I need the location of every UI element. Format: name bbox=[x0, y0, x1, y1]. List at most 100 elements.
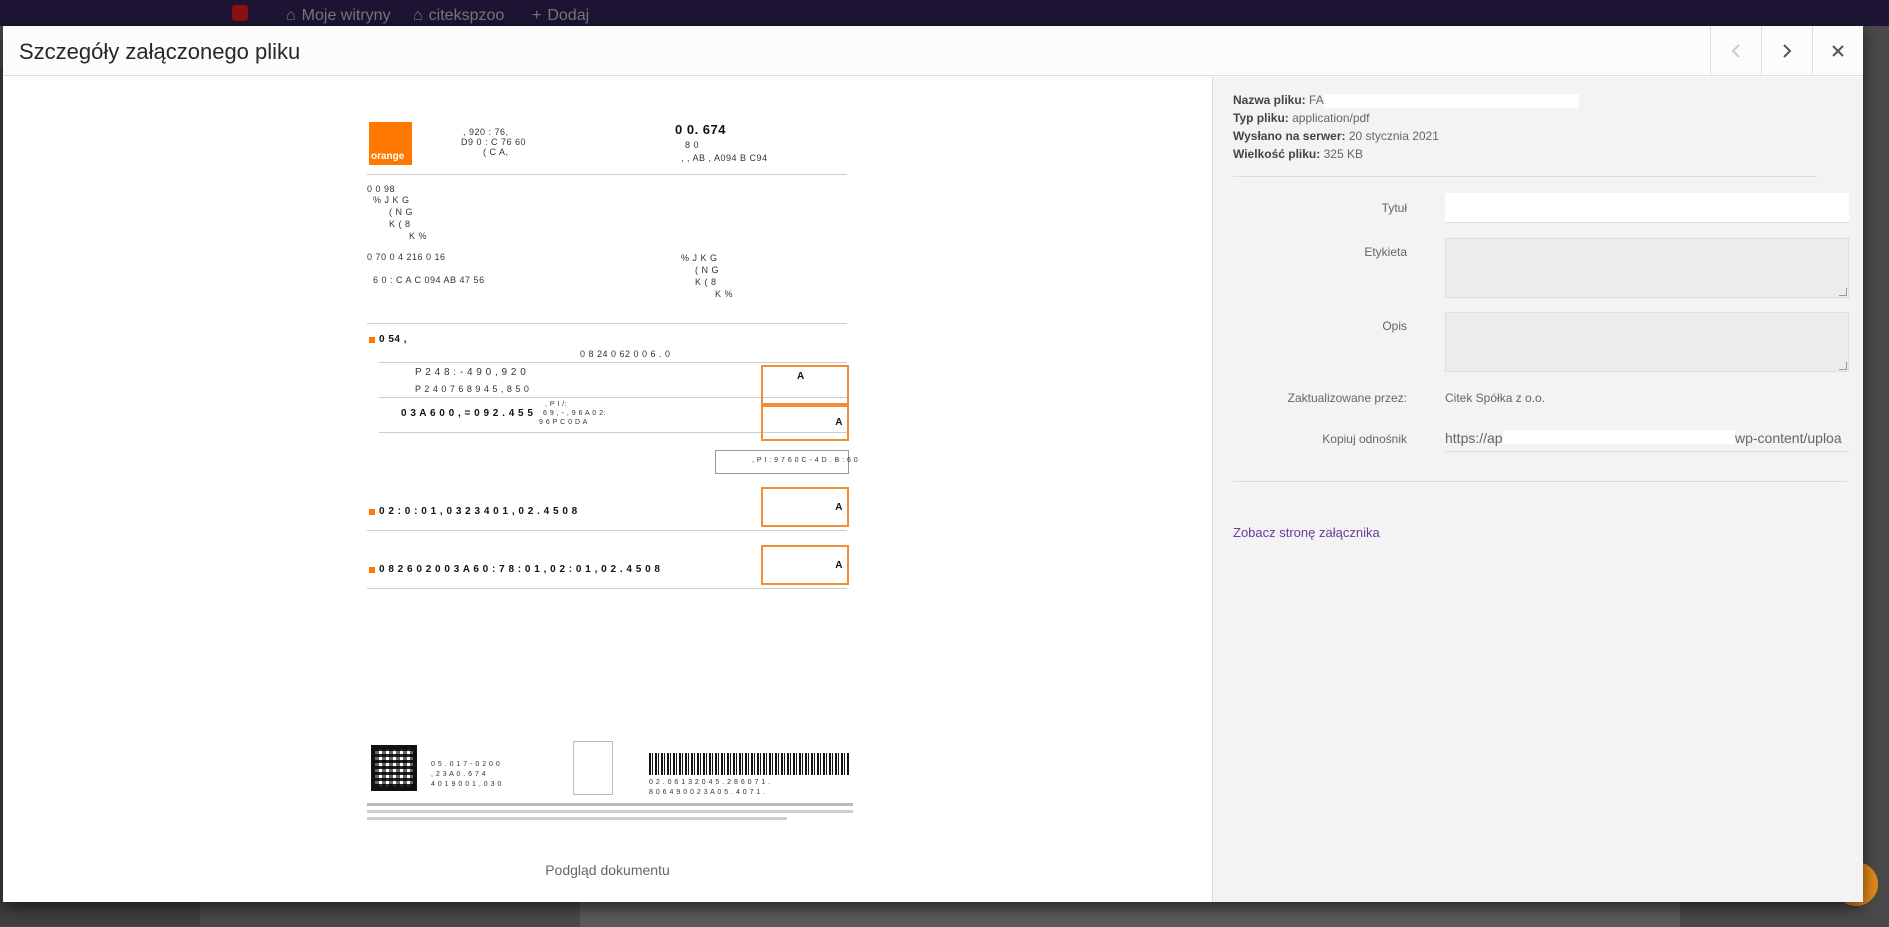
description-textarea[interactable] bbox=[1445, 312, 1849, 372]
doc-text: , 2 3 A 0 . 6 7 4 bbox=[431, 771, 487, 778]
preview-caption: Podgląd dokumentu bbox=[545, 862, 670, 878]
doc-text: % J K G bbox=[681, 253, 718, 263]
details-separator bbox=[1233, 176, 1817, 177]
uploaded-by-value: Citek Spółka z o.o. bbox=[1445, 391, 1546, 405]
doc-text: 0 0. 674 bbox=[675, 122, 726, 137]
doc-divider bbox=[367, 174, 847, 175]
redacted-filename bbox=[1323, 93, 1579, 108]
filetype-row: Typ pliku: application/pdf bbox=[1233, 111, 1370, 125]
title-label: Tytuł bbox=[1381, 201, 1407, 215]
caption-label: Etykieta bbox=[1364, 245, 1407, 259]
doc-divider bbox=[367, 323, 847, 324]
view-attachment-page-link[interactable]: Zobacz stronę załącznika bbox=[1233, 525, 1380, 540]
copy-link-input[interactable]: https://ap wp-content/uploa bbox=[1445, 424, 1849, 452]
doc-text: 0 0 98 bbox=[367, 184, 396, 194]
doc-text: 0 2 . 0 6 1 3 2 0 4 5 . 2 8 6 0 7 1 . bbox=[649, 779, 771, 786]
orange-logo: orange bbox=[369, 122, 412, 165]
doc-text: 0 2 : 0 : 0 1 , 0 3 2 3 4 0 1 , 0 2 . 4 … bbox=[379, 506, 578, 517]
doc-footer-text bbox=[367, 817, 787, 820]
doc-text: , P I : 9 7 6 0 C - 4 D . B : 6 0 bbox=[752, 457, 859, 464]
doc-text: % J K G bbox=[373, 195, 410, 205]
doc-text: , P I /: bbox=[545, 401, 568, 408]
attachment-details-modal: Szczegóły załączonego pliku orange , 920… bbox=[3, 26, 1863, 902]
admin-bar: ⌂ Moje witryny ⌂ citekspzoo + Dodaj bbox=[0, 0, 1889, 26]
caption-textarea[interactable] bbox=[1445, 238, 1849, 298]
previous-button[interactable] bbox=[1710, 26, 1760, 76]
copy-link-url-end: wp-content/uploa bbox=[1735, 430, 1842, 446]
site-logo-icon[interactable] bbox=[232, 5, 248, 21]
doc-text: 0 70 0 4 216 0 16 bbox=[367, 252, 446, 262]
next-button[interactable] bbox=[1761, 26, 1811, 76]
qr-code bbox=[371, 745, 417, 791]
doc-text: , 920 : 76, bbox=[463, 127, 509, 137]
modal-header: Szczegóły załączonego pliku bbox=[3, 26, 1863, 76]
title-input[interactable] bbox=[1445, 193, 1849, 223]
admin-bar-my-sites[interactable]: ⌂ Moje witryny bbox=[286, 7, 391, 25]
copy-link-label: Kopiuj odnośnik bbox=[1322, 432, 1407, 446]
doc-divider bbox=[367, 588, 847, 589]
uploaded-date-row: Wysłano na serwer: 20 stycznia 2021 bbox=[1233, 129, 1439, 143]
amount-box: A bbox=[761, 405, 849, 441]
doc-text: 8 0 6 4 9 0 0 2 3 A 0 5 . 4 0 7 1 . bbox=[649, 789, 766, 796]
home-icon: ⌂ bbox=[286, 7, 296, 24]
copy-link-url-start: https://ap bbox=[1445, 430, 1503, 446]
doc-text: 0 8 2 6 0 2 0 0 3 A 6 0 : 7 8 : 0 1 , 0 … bbox=[379, 564, 661, 575]
doc-text: 0 54 , bbox=[379, 334, 408, 345]
doc-text: D9 0 : C 76 60 bbox=[461, 137, 527, 147]
doc-divider bbox=[367, 530, 847, 531]
orange-bullet bbox=[369, 509, 375, 515]
doc-text: K % bbox=[409, 231, 428, 241]
document-preview-area: orange , 920 : 76, D9 0 : C 76 60 ( C A,… bbox=[3, 77, 1212, 902]
doc-text: P 2 4 8 : - 4 9 0 , 9 2 0 bbox=[415, 367, 527, 378]
doc-footer-text bbox=[367, 803, 853, 806]
doc-text: A bbox=[835, 560, 843, 571]
doc-divider bbox=[379, 362, 847, 363]
doc-text: 8 0 bbox=[685, 140, 700, 150]
admin-bar-add-new[interactable]: + Dodaj bbox=[532, 7, 589, 25]
stamp-placeholder bbox=[573, 741, 613, 795]
file-details: Nazwa pliku: FA Typ pliku: application/p… bbox=[1233, 91, 1579, 163]
redacted-url bbox=[1503, 430, 1735, 444]
doc-info-box: , P I : 9 7 6 0 C - 4 D . B : 6 0 bbox=[715, 450, 858, 474]
filename-row: Nazwa pliku: FA bbox=[1233, 91, 1579, 109]
close-button[interactable] bbox=[1812, 26, 1862, 76]
attachment-details-sidebar: Nazwa pliku: FA Typ pliku: application/p… bbox=[1212, 77, 1863, 902]
admin-bar-site[interactable]: ⌂ citekspzoo bbox=[413, 7, 504, 25]
chevron-left-icon bbox=[1731, 44, 1740, 58]
doc-footer-text bbox=[367, 810, 853, 813]
doc-text: K % bbox=[715, 289, 734, 299]
description-label: Opis bbox=[1382, 319, 1407, 333]
doc-text: 6 9 , - , 9 6 A 0 2: bbox=[543, 410, 606, 417]
close-icon bbox=[1831, 45, 1844, 57]
doc-text: K ( 8 bbox=[695, 277, 717, 287]
doc-text: 4 0 1 9 0 0 1 , 0 3 0 bbox=[431, 781, 502, 788]
chevron-right-icon bbox=[1782, 44, 1791, 58]
modal-title: Szczegóły załączonego pliku bbox=[19, 39, 301, 64]
doc-text: 6 0 : C A C 094 AB 47 56 bbox=[373, 275, 485, 285]
amount-box: A bbox=[761, 545, 849, 585]
resize-handle[interactable] bbox=[1839, 362, 1847, 370]
doc-text: P 2 4 0 7 6 8 9 4 5 , 8 5 0 bbox=[415, 384, 530, 394]
doc-text: ( N G bbox=[389, 207, 413, 217]
uploaded-by-label: Zaktualizowane przez: bbox=[1287, 391, 1407, 405]
doc-text: ( N G bbox=[695, 265, 719, 275]
home-icon: ⌂ bbox=[413, 7, 423, 24]
doc-text: A bbox=[797, 371, 805, 382]
doc-text: A bbox=[835, 502, 843, 513]
amount-box bbox=[761, 365, 849, 405]
amount-box: A bbox=[761, 487, 849, 527]
doc-text: A bbox=[835, 417, 843, 428]
orange-bullet bbox=[369, 337, 375, 343]
orange-bullet bbox=[369, 567, 375, 573]
document-preview: orange , 920 : 76, D9 0 : C 76 60 ( C A,… bbox=[365, 107, 858, 827]
doc-text: , , AB , A094 B C94 bbox=[681, 153, 768, 163]
doc-text: 0 3 A 6 0 0 , = 0 9 2 . 4 5 5 bbox=[401, 408, 534, 419]
plus-icon: + bbox=[532, 7, 542, 24]
doc-text: 0 8 24 0 62 0 0 6 . 0 bbox=[580, 349, 671, 359]
doc-text: ( C A, bbox=[483, 147, 509, 157]
doc-text: 0 5 . 0 1 7 - 0 2 0 0 bbox=[431, 761, 501, 768]
resize-handle[interactable] bbox=[1839, 288, 1847, 296]
doc-text: K ( 8 bbox=[389, 219, 411, 229]
doc-text: 9 6 P C 0 D A bbox=[539, 419, 588, 426]
filesize-row: Wielkość pliku: 325 KB bbox=[1233, 147, 1363, 161]
